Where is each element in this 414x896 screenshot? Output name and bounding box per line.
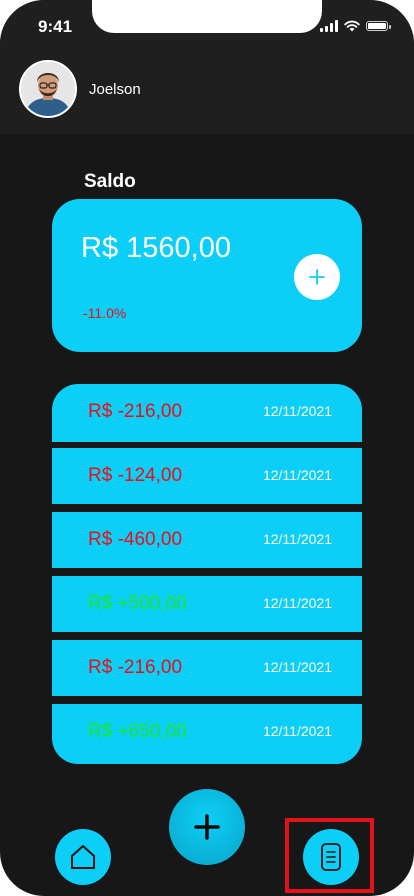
home-icon [71,845,95,869]
transaction-amount: R$ -216,00 [88,401,183,422]
balance-card: R$ 1560,00 -11.0% [52,199,362,352]
signal-icon [320,20,338,32]
transaction-row[interactable]: R$ -460,00 12/11/2021 [52,512,362,568]
device-notch [92,0,322,33]
transaction-date: 12/11/2021 [262,595,332,611]
transaction-row[interactable]: R$ +650,00 12/11/2021 [52,704,362,764]
transaction-date: 12/11/2021 [262,403,332,419]
transaction-date: 12/11/2021 [262,659,332,675]
nav-statement-button[interactable] [303,829,359,885]
add-balance-button[interactable] [294,254,340,300]
transaction-row[interactable]: R$ +500,00 12/11/2021 [52,576,362,632]
transaction-amount: R$ +500,00 [88,593,187,614]
phone-screen: 9:41 Joelson Saldo R$ 1560,00 -11.0% R$ … [0,0,414,896]
nav-home-button[interactable] [55,829,111,885]
transaction-amount: R$ -216,00 [88,657,183,678]
balance-title: Saldo [84,171,136,192]
balance-amount: R$ 1560,00 [81,232,231,264]
avatar[interactable] [19,60,77,118]
transaction-amount: R$ +650,00 [88,721,187,742]
status-time: 9:41 [38,17,73,36]
plus-icon [194,814,220,840]
transaction-row[interactable]: R$ -216,00 12/11/2021 [52,640,362,696]
document-icon [321,843,341,871]
transaction-row[interactable]: R$ -216,00 12/11/2021 [52,384,362,442]
wifi-icon [344,20,360,32]
transaction-amount: R$ -460,00 [88,529,183,550]
transaction-row[interactable]: R$ -124,00 12/11/2021 [52,448,362,504]
username: Joelson [89,81,141,98]
status-icons [320,20,391,32]
transaction-date: 12/11/2021 [262,467,332,483]
battery-icon [366,21,391,31]
transaction-amount: R$ -124,00 [88,465,183,486]
plus-icon [309,269,325,285]
add-transaction-button[interactable] [169,789,245,865]
balance-change: -11.0% [83,305,127,321]
transaction-date: 12/11/2021 [262,531,332,547]
profile-header: Joelson [0,50,414,134]
transaction-date: 12/11/2021 [262,723,332,739]
